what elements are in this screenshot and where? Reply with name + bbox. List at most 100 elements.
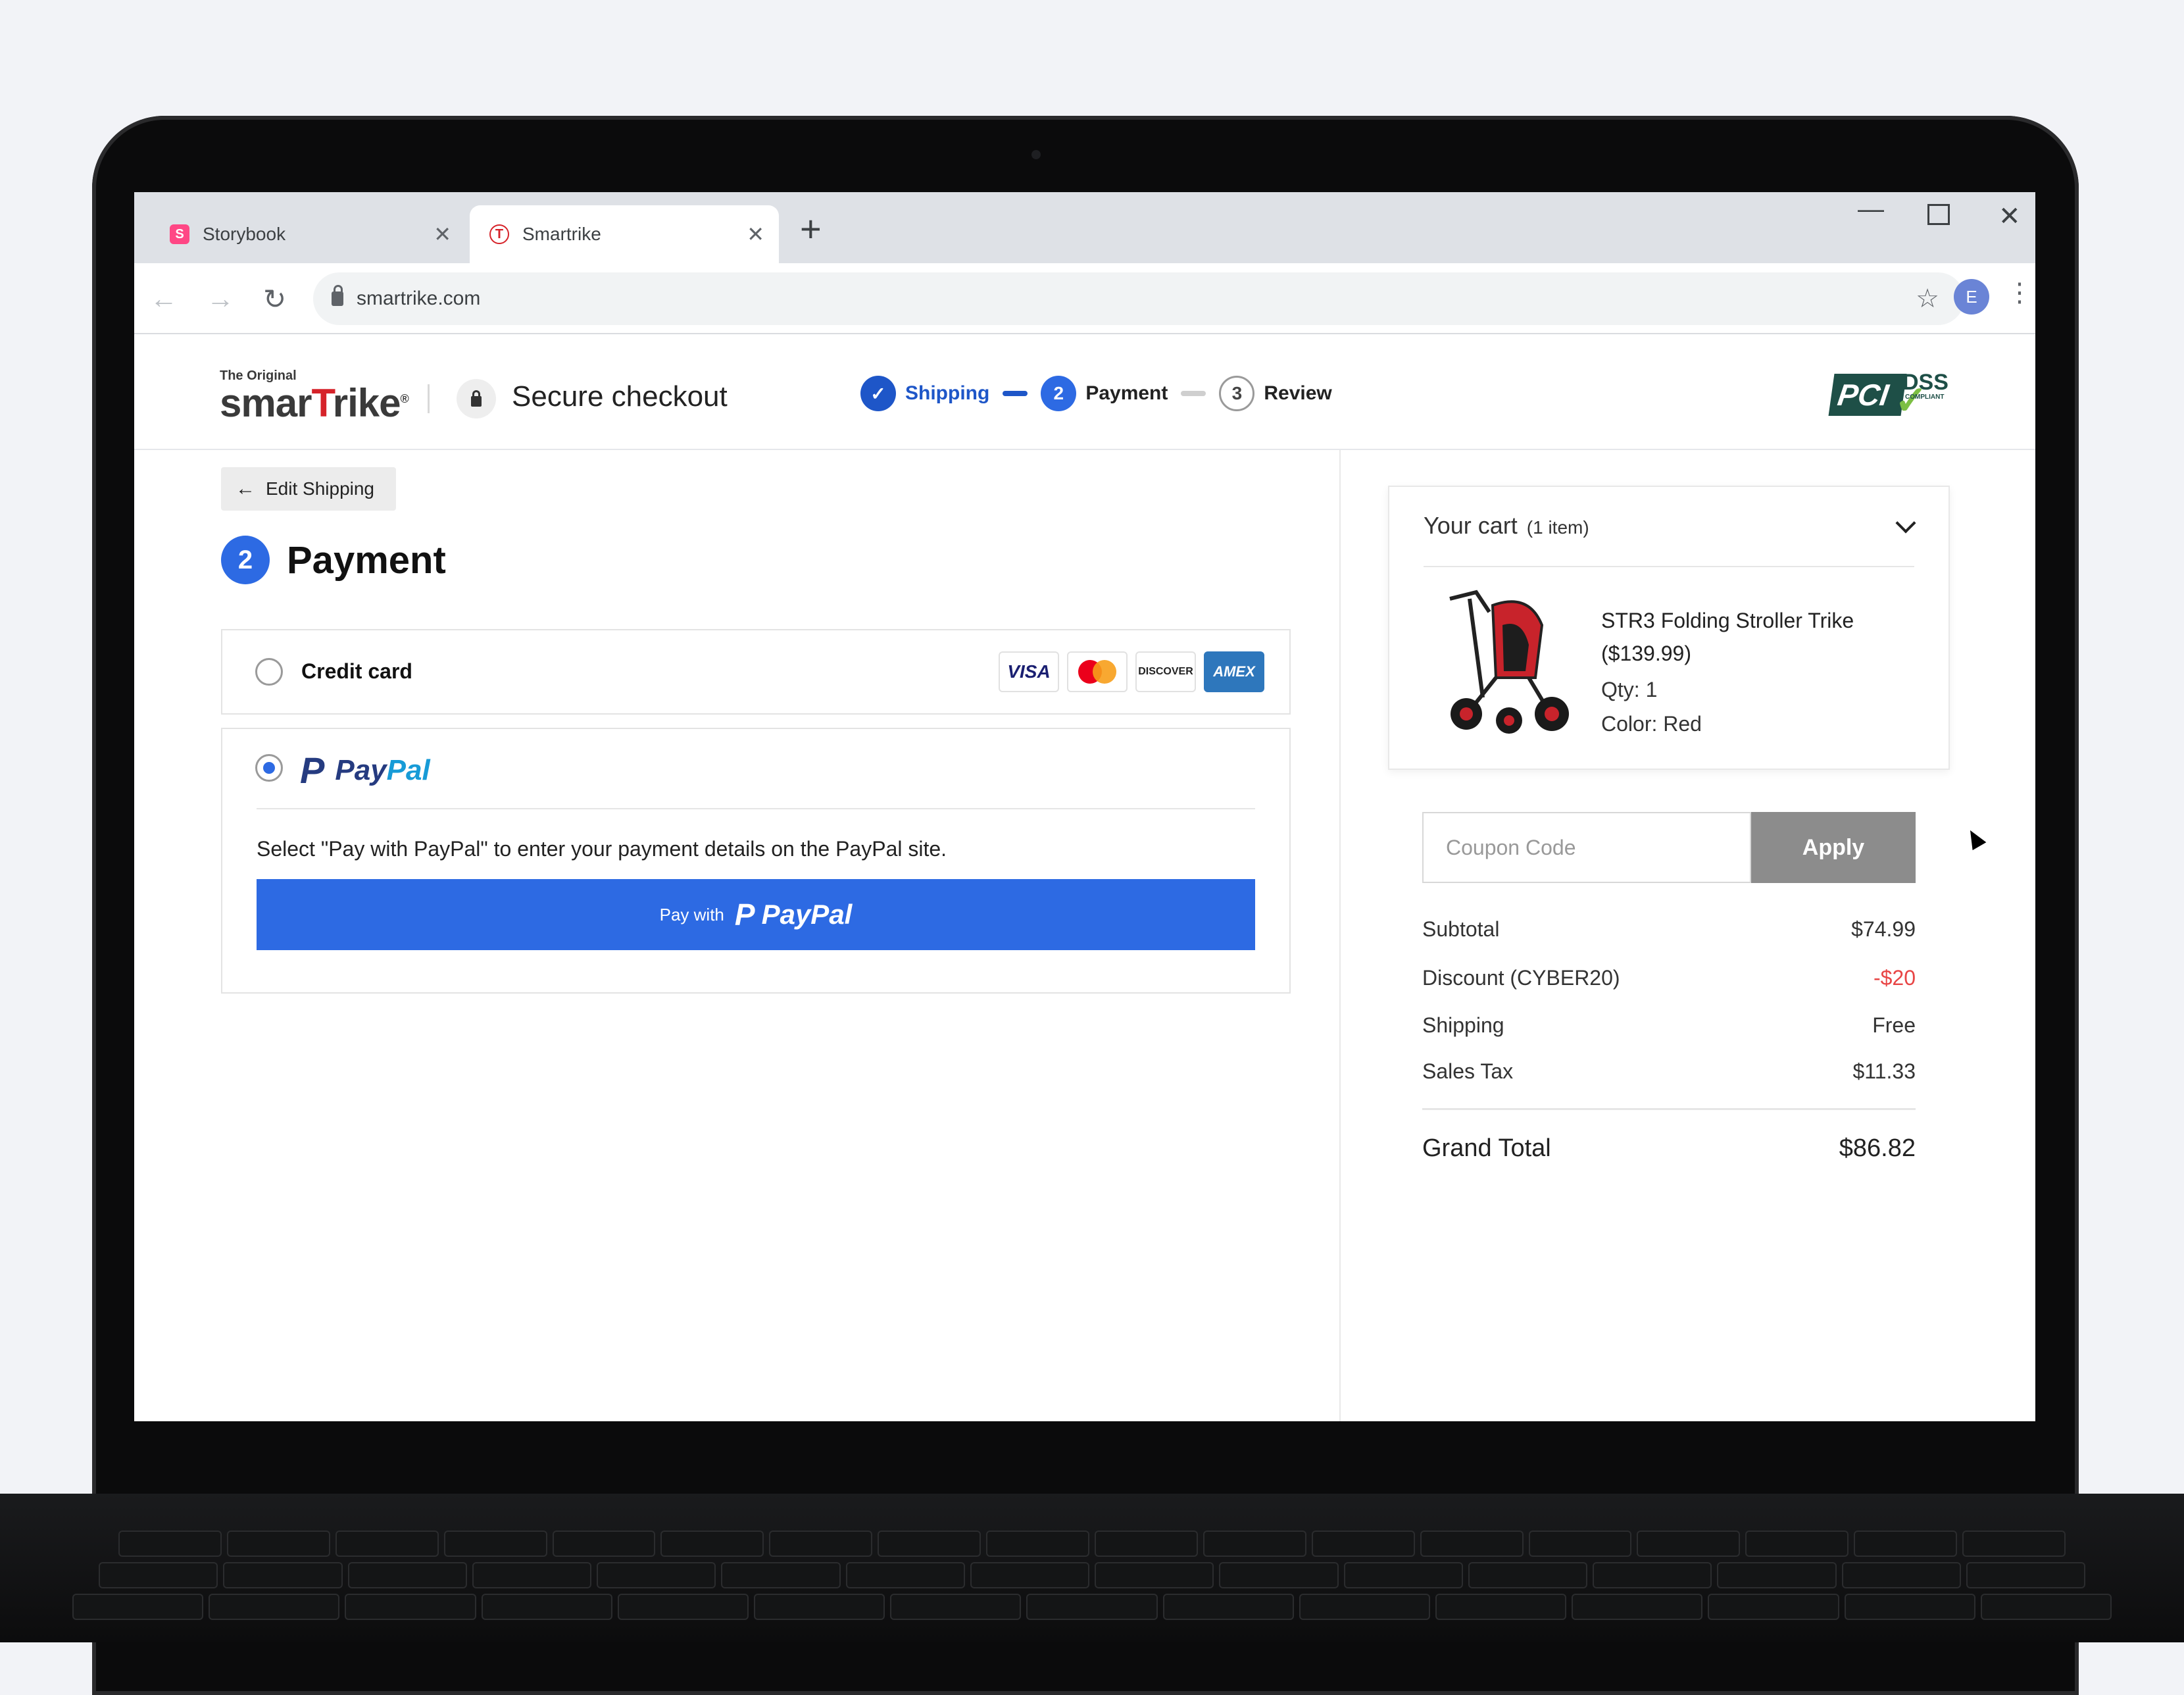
step-badge: 2 bbox=[221, 536, 270, 584]
paypal-logo: P PayPal bbox=[300, 749, 430, 792]
step-connector bbox=[1181, 391, 1206, 396]
smartrike-icon: T bbox=[489, 224, 509, 244]
paypal-logo-pay: Pay bbox=[335, 753, 387, 786]
tab-storybook[interactable]: S Storybook ✕ bbox=[150, 205, 466, 263]
summary-divider bbox=[1422, 1108, 1916, 1110]
edit-shipping-button[interactable]: ← Edit Shipping bbox=[221, 467, 396, 511]
tab-label: Storybook bbox=[203, 224, 286, 244]
grand-total-label: Grand Total bbox=[1422, 1134, 1551, 1162]
summary-row-sales-tax: Sales Tax $11.33 bbox=[1422, 1059, 1916, 1084]
edit-shipping-label: Edit Shipping bbox=[266, 478, 375, 499]
logo-part: rike bbox=[332, 381, 401, 425]
minimize-icon[interactable]: — bbox=[1858, 195, 1884, 224]
step-shipping[interactable]: Shipping bbox=[905, 382, 989, 405]
tab-strip: S Storybook ✕ T Smartrike ✕ + — ✕ bbox=[134, 192, 2035, 263]
back-icon[interactable]: ← bbox=[150, 283, 178, 315]
paypal-description: Select "Pay with PayPal" to enter your p… bbox=[257, 837, 947, 861]
product-name: STR3 Folding Stroller Trike ($139.99) bbox=[1601, 609, 1854, 665]
bookmark-star-icon[interactable]: ☆ bbox=[1916, 284, 1939, 314]
paypal-option[interactable]: P PayPal Select "Pay with PayPal" to ent… bbox=[221, 728, 1291, 994]
step-number-review: 3 bbox=[1219, 376, 1255, 411]
grand-total-row: Grand Total $86.82 bbox=[1422, 1134, 1916, 1163]
summary-label: Sales Tax bbox=[1422, 1059, 1514, 1083]
summary-value: -$20 bbox=[1873, 966, 1916, 990]
summary-value: $11.33 bbox=[1852, 1059, 1916, 1083]
forward-icon[interactable]: → bbox=[207, 283, 234, 315]
paypal-icon: P bbox=[734, 898, 755, 932]
address-bar[interactable]: smartrike.com ☆ bbox=[313, 272, 1964, 325]
tab-smartrike[interactable]: T Smartrike ✕ bbox=[470, 205, 779, 263]
smartrike-logo: The Original smarTrike® bbox=[220, 368, 409, 423]
close-window-icon[interactable]: ✕ bbox=[1998, 201, 2021, 232]
step-connector bbox=[1003, 391, 1028, 396]
laptop-keyboard bbox=[0, 1494, 2184, 1642]
summary-label: Subtotal bbox=[1422, 917, 1500, 941]
checkout-page: The Original smarTrike® Secure checkout … bbox=[134, 336, 2035, 1421]
discover-icon: DISCOVER bbox=[1135, 651, 1196, 692]
card-logos: VISA DISCOVER AMEX bbox=[999, 651, 1264, 692]
step-number-payment: 2 bbox=[1041, 376, 1077, 411]
summary-row-shipping: Shipping Free bbox=[1422, 1013, 1916, 1038]
new-tab-icon[interactable]: + bbox=[800, 211, 822, 247]
lock-icon bbox=[332, 285, 343, 306]
browser-window: S Storybook ✕ T Smartrike ✕ + — ✕ ← → ↻ … bbox=[134, 192, 2035, 1421]
payment-heading: 2 Payment bbox=[221, 536, 446, 584]
close-tab-icon[interactable]: ✕ bbox=[434, 222, 451, 247]
product-color: Color: Red bbox=[1601, 712, 1702, 736]
pay-with-text: Pay with bbox=[659, 904, 724, 924]
visa-icon: VISA bbox=[999, 651, 1059, 692]
product-qty: Qty: 1 bbox=[1601, 678, 1658, 701]
credit-card-option[interactable]: Credit card VISA DISCOVER AMEX bbox=[221, 629, 1291, 715]
cart-divider bbox=[1424, 566, 1914, 567]
summary-value: Free bbox=[1872, 1013, 1916, 1037]
summary-value: $74.99 bbox=[1851, 917, 1916, 941]
grand-total-value: $86.82 bbox=[1839, 1134, 1916, 1162]
key-row bbox=[72, 1594, 2112, 1620]
product-image bbox=[1449, 590, 1569, 734]
page-title: Payment bbox=[287, 538, 446, 582]
storybook-icon: S bbox=[170, 224, 189, 244]
maximize-icon[interactable] bbox=[1927, 204, 1950, 225]
profile-avatar[interactable]: E bbox=[1954, 279, 1989, 315]
secure-checkout-title: Secure checkout bbox=[512, 380, 728, 413]
paypal-brand-text: PayPal bbox=[761, 899, 853, 930]
tab-label: Smartrike bbox=[522, 224, 601, 244]
browser-toolbar: ← → ↻ smartrike.com ☆ E ⋮ bbox=[134, 263, 2035, 334]
cart-header[interactable]: Your cart (1 item) bbox=[1424, 512, 1589, 540]
arrow-left-icon: ← bbox=[236, 478, 255, 499]
close-tab-icon[interactable]: ✕ bbox=[747, 222, 764, 247]
webcam bbox=[1031, 150, 1041, 159]
paypal-divider bbox=[257, 808, 1255, 809]
more-menu-icon[interactable]: ⋮ bbox=[2006, 278, 2033, 308]
key-row bbox=[118, 1531, 2066, 1557]
summary-label: Discount (CYBER20) bbox=[1422, 966, 1620, 990]
pci-dss-badge: PCI ✓ DSS COMPLIANT bbox=[1828, 368, 1956, 422]
compliant-text: COMPLIANT bbox=[1905, 393, 1945, 401]
coupon-input[interactable]: Coupon Code bbox=[1422, 812, 1751, 883]
dss-text: DSS bbox=[1902, 370, 1948, 395]
logo-part: T bbox=[311, 381, 333, 425]
paypal-radio[interactable] bbox=[255, 754, 283, 782]
summary-label: Shipping bbox=[1422, 1013, 1504, 1037]
pay-with-paypal-button[interactable]: Pay with P PayPal bbox=[257, 879, 1255, 950]
cart-count: (1 item) bbox=[1526, 517, 1589, 538]
step-review: Review bbox=[1264, 382, 1332, 404]
column-divider bbox=[1339, 450, 1341, 1421]
key-row bbox=[99, 1562, 2085, 1588]
apply-coupon-button[interactable]: Apply bbox=[1751, 812, 1916, 883]
summary-row-discount: Discount (CYBER20) -$20 bbox=[1422, 966, 1916, 990]
coupon-placeholder: Coupon Code bbox=[1446, 835, 1576, 859]
logo-part: smar bbox=[220, 381, 312, 425]
step-payment: Payment bbox=[1085, 382, 1168, 404]
credit-card-radio[interactable] bbox=[255, 658, 283, 686]
paypal-icon: P bbox=[300, 749, 325, 791]
checkout-header: The Original smarTrike® Secure checkout … bbox=[134, 336, 2035, 450]
summary-row-subtotal: Subtotal $74.99 bbox=[1422, 917, 1916, 942]
chevron-down-icon[interactable] bbox=[1895, 513, 1916, 534]
lock-icon bbox=[457, 379, 496, 418]
reload-icon[interactable]: ↻ bbox=[263, 283, 286, 315]
amex-icon: AMEX bbox=[1204, 651, 1264, 692]
url-text: smartrike.com bbox=[357, 288, 481, 309]
credit-card-label: Credit card bbox=[301, 659, 412, 683]
header-divider bbox=[428, 384, 430, 413]
